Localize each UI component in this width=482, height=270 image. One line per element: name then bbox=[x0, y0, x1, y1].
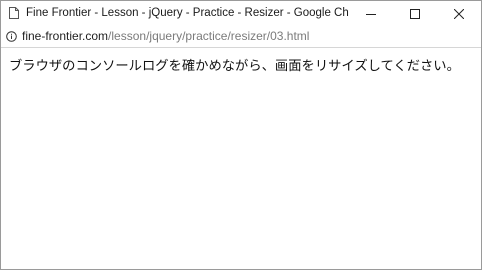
maximize-button[interactable] bbox=[393, 1, 437, 25]
window-title: Fine Frontier - Lesson - jQuery - Practi… bbox=[26, 7, 349, 19]
page-icon bbox=[9, 7, 19, 19]
window-controls bbox=[349, 1, 481, 25]
title-bar[interactable]: Fine Frontier - Lesson - jQuery - Practi… bbox=[1, 1, 481, 25]
url-domain: fine-frontier.com bbox=[22, 29, 109, 43]
minimize-button[interactable] bbox=[349, 1, 393, 25]
info-icon[interactable] bbox=[6, 30, 17, 42]
close-button[interactable] bbox=[437, 1, 481, 25]
url-path: /lesson/jquery/practice/resizer/03.html bbox=[108, 29, 310, 43]
browser-window: Fine Frontier - Lesson - jQuery - Practi… bbox=[0, 0, 482, 270]
minimize-icon bbox=[366, 4, 376, 23]
page-message: ブラウザのコンソールログを確かめながら、画面をリサイズしてください。 bbox=[9, 59, 460, 74]
address-bar[interactable]: fine-frontier.com/lesson/jquery/practice… bbox=[1, 25, 481, 48]
close-icon bbox=[453, 4, 465, 23]
maximize-icon bbox=[410, 4, 420, 23]
url-text[interactable]: fine-frontier.com/lesson/jquery/practice… bbox=[22, 29, 309, 43]
page-content: ブラウザのコンソールログを確かめながら、画面をリサイズしてください。 bbox=[1, 48, 481, 81]
